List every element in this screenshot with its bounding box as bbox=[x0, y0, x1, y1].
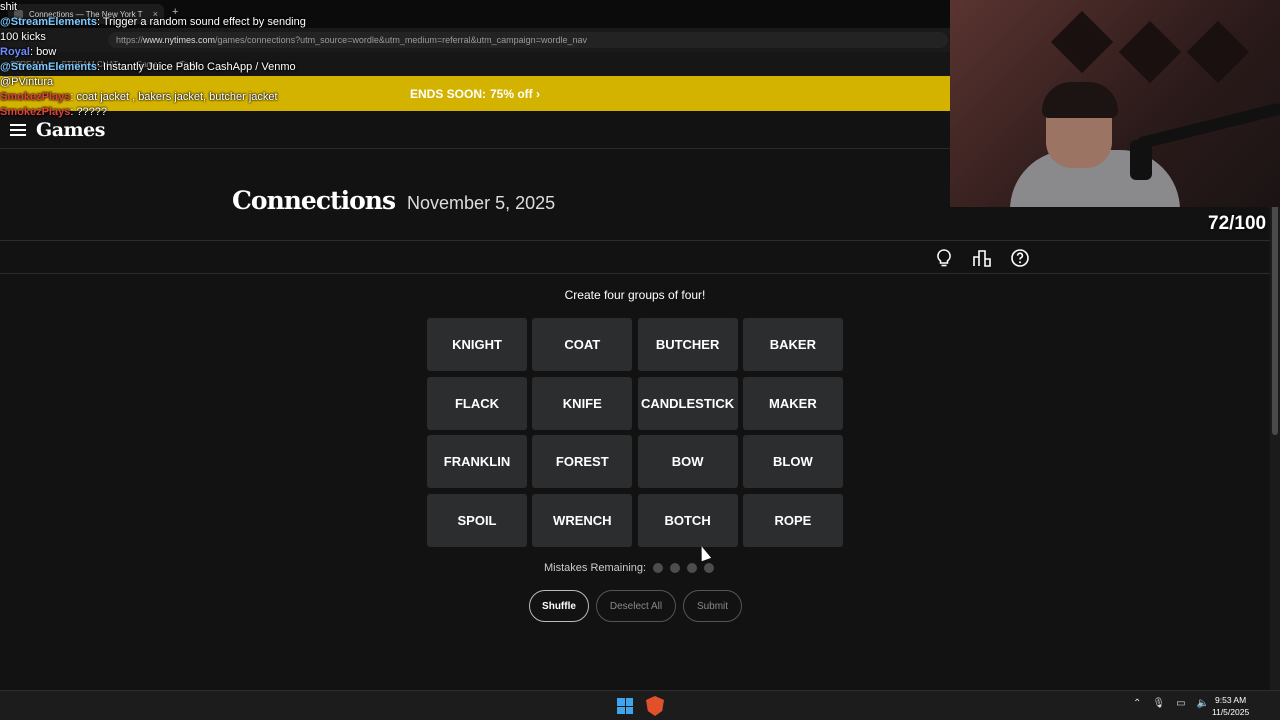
microphone-icon[interactable]: 🎙 bbox=[1152, 698, 1165, 709]
brave-browser-icon[interactable] bbox=[646, 696, 664, 716]
word-card[interactable]: MAKER bbox=[742, 376, 843, 430]
mouse-cursor-icon bbox=[696, 544, 712, 562]
stream-goal-counter: 72/100 bbox=[1208, 213, 1267, 234]
action-buttons: Shuffle Deselect All Submit bbox=[529, 590, 742, 622]
mistakes-remaining: Mistakes Remaining: bbox=[544, 562, 715, 574]
puzzle-title-row: Connections November 5, 2025 bbox=[232, 186, 555, 215]
taskbar: ⌃ 🎙 ▭ 🔈 9:53 AM 11/5/2025 bbox=[0, 690, 1280, 720]
mistake-dot bbox=[687, 563, 698, 573]
clock-time: 9:53 AM bbox=[1215, 695, 1247, 705]
chat-username: SmokezPlays bbox=[0, 106, 71, 118]
volume-icon[interactable]: 🔈 bbox=[1197, 698, 1209, 709]
toolbar-icons bbox=[934, 248, 1030, 268]
word-card[interactable]: COAT bbox=[532, 318, 633, 371]
word-card[interactable]: BLOW bbox=[742, 435, 843, 489]
word-card[interactable]: BUTCHER bbox=[637, 318, 738, 371]
word-card[interactable]: FLACK bbox=[427, 376, 527, 430]
mistake-dot bbox=[653, 563, 664, 573]
menu-icon[interactable] bbox=[10, 123, 26, 136]
screen: Connections — The New York T × + https:/… bbox=[0, 0, 1280, 720]
banner-label: ENDS SOON: bbox=[409, 86, 486, 101]
stats-icon[interactable] bbox=[972, 248, 992, 268]
submit-button[interactable]: Submit bbox=[683, 590, 742, 622]
chevron-up-icon[interactable]: ⌃ bbox=[1133, 698, 1141, 709]
chat-message: SmokezPlays: coat jacket , bakers jacket… bbox=[0, 91, 278, 103]
word-card[interactable]: WRENCH bbox=[532, 493, 633, 547]
shuffle-button[interactable]: Shuffle bbox=[529, 590, 589, 622]
chat-message: shit bbox=[0, 1, 18, 13]
stream-chat-overlay: shit @StreamElements: Trigger a random s… bbox=[0, 0, 320, 120]
word-card[interactable]: BAKER bbox=[742, 318, 843, 371]
page-title: Connections bbox=[232, 186, 396, 215]
banner-offer: 75% off › bbox=[490, 86, 541, 101]
chat-username: @StreamElements bbox=[0, 61, 97, 73]
divider bbox=[0, 240, 1270, 241]
mistake-dot bbox=[670, 563, 681, 573]
hint-bulb-icon[interactable] bbox=[934, 248, 954, 268]
mistake-dot bbox=[704, 563, 715, 573]
instruction-text: Create four groups of four! bbox=[564, 288, 706, 302]
word-grid: KNIGHT COAT BUTCHER BAKER FLACK KNIFE CA… bbox=[427, 318, 843, 547]
help-icon[interactable] bbox=[1010, 248, 1030, 268]
clock-date: 11/5/2025 bbox=[1212, 707, 1250, 717]
word-card[interactable]: FRANKLIN bbox=[427, 435, 527, 489]
deselect-all-button[interactable]: Deselect All bbox=[596, 590, 676, 622]
taskbar-clock[interactable]: 9:53 AM 11/5/2025 bbox=[1212, 694, 1249, 718]
mistakes-label: Mistakes Remaining: bbox=[544, 562, 647, 574]
chat-message: @StreamElements: Instantly Juice Pablo C… bbox=[0, 61, 296, 88]
word-card[interactable]: FOREST bbox=[532, 435, 633, 489]
chat-username: @StreamElements bbox=[0, 16, 97, 28]
word-card[interactable]: SPOIL bbox=[427, 493, 527, 547]
chat-username: Royal bbox=[0, 46, 30, 58]
word-card[interactable]: BOTCH bbox=[637, 493, 738, 547]
chat-message: Royal: bow bbox=[0, 46, 57, 58]
webcam-feed bbox=[950, 0, 1280, 207]
games-logo[interactable]: Games bbox=[36, 119, 105, 141]
word-card[interactable]: BOW bbox=[637, 435, 738, 489]
word-card[interactable]: KNIGHT bbox=[427, 318, 527, 371]
word-card[interactable]: KNIFE bbox=[532, 376, 633, 430]
windows-start-icon[interactable] bbox=[617, 698, 633, 714]
chat-message: @StreamElements: Trigger a random sound … bbox=[0, 16, 306, 43]
divider bbox=[0, 273, 1270, 274]
chat-username: SmokezPlays bbox=[0, 91, 71, 103]
puzzle-date: November 5, 2025 bbox=[407, 193, 556, 213]
network-icon[interactable]: ▭ bbox=[1176, 698, 1185, 709]
chat-message: SmokezPlays: ????? bbox=[0, 106, 108, 118]
system-tray: ⌃ 🎙 ▭ 🔈 bbox=[1133, 698, 1209, 709]
word-card[interactable]: ROPE bbox=[742, 493, 843, 547]
word-card[interactable]: CANDLESTICK bbox=[637, 376, 738, 430]
